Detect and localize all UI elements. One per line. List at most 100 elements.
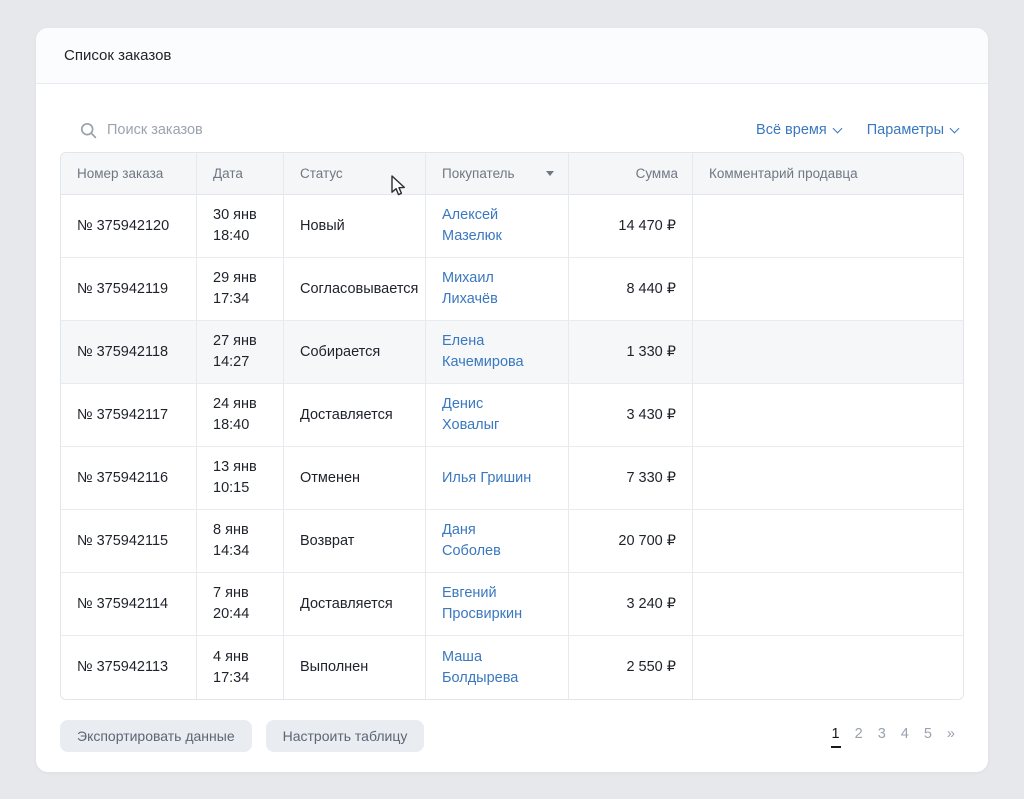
order-number-cell: № 375942114 xyxy=(61,573,196,635)
order-status-cell: Согласовывается xyxy=(283,258,425,320)
search-input[interactable] xyxy=(107,122,730,138)
order-number-cell: № 375942118 xyxy=(61,321,196,383)
buyer-first-line: Алексей xyxy=(442,205,552,226)
buyer-link[interactable]: Даня Соболев xyxy=(425,510,568,572)
seller-comment-cell xyxy=(692,258,963,320)
date-time: 14:34 xyxy=(213,541,267,562)
table-row[interactable]: № 375942120 30 янв 18:40 Новый Алексей М… xyxy=(61,195,963,258)
date-time: 14:27 xyxy=(213,352,267,373)
date-day: 29 янв xyxy=(213,268,267,289)
date-day: 13 янв xyxy=(213,457,267,478)
column-header-date[interactable]: Дата xyxy=(196,153,283,194)
buyer-second-line: Ховалыг xyxy=(442,415,552,436)
buyer-second-line: Мазелюк xyxy=(442,226,552,247)
pagination-page-5[interactable]: 5 xyxy=(923,724,933,748)
configure-table-button[interactable]: Настроить таблицу xyxy=(266,720,425,752)
order-sum-cell: 20 700 ₽ xyxy=(568,510,692,572)
seller-comment-cell xyxy=(692,447,963,509)
buyer-first-line: Маша xyxy=(442,647,552,668)
card-body: Всё время Параметры Номер заказа Дата Ст… xyxy=(36,84,988,772)
order-number-cell: № 375942115 xyxy=(61,510,196,572)
pagination-page-4[interactable]: 4 xyxy=(900,724,910,748)
buyer-first-line: Денис xyxy=(442,394,552,415)
buyer-first-line: Илья Гришин xyxy=(442,468,552,489)
order-status-cell: Выполнен xyxy=(283,636,425,699)
order-sum-cell: 7 330 ₽ xyxy=(568,447,692,509)
order-status-cell: Новый xyxy=(283,195,425,257)
seller-comment-cell xyxy=(692,195,963,257)
column-header-label: Комментарий продавца xyxy=(709,166,858,181)
seller-comment-cell xyxy=(692,510,963,572)
table-row[interactable]: № 375942119 29 янв 17:34 Согласовывается… xyxy=(61,258,963,321)
date-time: 18:40 xyxy=(213,226,267,247)
date-time: 10:15 xyxy=(213,478,267,499)
order-sum-cell: 14 470 ₽ xyxy=(568,195,692,257)
date-time: 18:40 xyxy=(213,415,267,436)
table-row[interactable]: № 375942116 13 янв 10:15 Отменен Илья Гр… xyxy=(61,447,963,510)
column-header-label: Сумма xyxy=(636,166,678,181)
column-header-status[interactable]: Статус xyxy=(283,153,425,194)
pagination-next[interactable]: » xyxy=(946,724,956,748)
order-status-cell: Отменен xyxy=(283,447,425,509)
buyer-link[interactable]: Елена Качемирова xyxy=(425,321,568,383)
buyer-link[interactable]: Илья Гришин xyxy=(425,447,568,509)
column-header-order-number[interactable]: Номер заказа xyxy=(61,153,196,194)
column-header-sum[interactable]: Сумма xyxy=(568,153,692,194)
column-header-label: Дата xyxy=(213,166,243,181)
order-status-cell: Доставляется xyxy=(283,384,425,446)
order-number-cell: № 375942119 xyxy=(61,258,196,320)
pagination: 12345 » xyxy=(831,724,964,748)
buyer-link[interactable]: Алексей Мазелюк xyxy=(425,195,568,257)
toolbar: Всё время Параметры xyxy=(60,108,964,152)
order-date-cell: 7 янв 20:44 xyxy=(196,573,283,635)
buyer-first-line: Даня xyxy=(442,520,552,541)
table-row[interactable]: № 375942115 8 янв 14:34 Возврат Даня Соб… xyxy=(61,510,963,573)
orders-table: Номер заказа Дата Статус Покупатель Сумм… xyxy=(60,152,964,700)
date-time: 20:44 xyxy=(213,604,267,625)
buyer-link[interactable]: Евгений Просвиркин xyxy=(425,573,568,635)
seller-comment-cell xyxy=(692,384,963,446)
seller-comment-cell xyxy=(692,321,963,383)
buyer-link[interactable]: Михаил Лихачёв xyxy=(425,258,568,320)
search-bar[interactable] xyxy=(80,122,730,139)
order-date-cell: 13 янв 10:15 xyxy=(196,447,283,509)
order-number-cell: № 375942120 xyxy=(61,195,196,257)
seller-comment-cell xyxy=(692,636,963,699)
params-filter-label: Параметры xyxy=(867,122,944,138)
order-date-cell: 30 янв 18:40 xyxy=(196,195,283,257)
time-filter-dropdown[interactable]: Всё время xyxy=(756,122,841,138)
buyer-link[interactable]: Денис Ховалыг xyxy=(425,384,568,446)
dropdown-triangle-icon[interactable] xyxy=(546,171,554,176)
order-date-cell: 4 янв 17:34 xyxy=(196,636,283,699)
chevron-down-icon xyxy=(950,123,960,133)
order-sum-cell: 1 330 ₽ xyxy=(568,321,692,383)
column-header-comment[interactable]: Комментарий продавца xyxy=(692,153,963,194)
pagination-page-3[interactable]: 3 xyxy=(877,724,887,748)
table-row[interactable]: № 375942117 24 янв 18:40 Доставляется Де… xyxy=(61,384,963,447)
column-header-buyer[interactable]: Покупатель xyxy=(425,153,568,194)
buyer-link[interactable]: Маша Болдырева xyxy=(425,636,568,699)
table-row[interactable]: № 375942114 7 янв 20:44 Доставляется Евг… xyxy=(61,573,963,636)
order-date-cell: 24 янв 18:40 xyxy=(196,384,283,446)
seller-comment-cell xyxy=(692,573,963,635)
params-filter-dropdown[interactable]: Параметры xyxy=(867,122,958,138)
buyer-first-line: Евгений xyxy=(442,583,552,604)
order-number-cell: № 375942116 xyxy=(61,447,196,509)
card-footer: Экспортировать данные Настроить таблицу … xyxy=(60,720,964,752)
orders-card: Список заказов Всё время Параметры xyxy=(36,28,988,772)
pagination-page-2[interactable]: 2 xyxy=(854,724,864,748)
search-icon xyxy=(80,122,97,139)
table-row[interactable]: № 375942113 4 янв 17:34 Выполнен Маша Бо… xyxy=(61,636,963,699)
buyer-first-line: Михаил xyxy=(442,268,552,289)
export-data-button[interactable]: Экспортировать данные xyxy=(60,720,252,752)
date-day: 27 янв xyxy=(213,331,267,352)
date-day: 24 янв xyxy=(213,394,267,415)
table-row[interactable]: № 375942118 27 янв 14:27 Собирается Елен… xyxy=(61,321,963,384)
column-header-label: Статус xyxy=(300,166,343,181)
order-status-cell: Доставляется xyxy=(283,573,425,635)
date-day: 8 янв xyxy=(213,520,267,541)
order-sum-cell: 3 430 ₽ xyxy=(568,384,692,446)
table-body: № 375942120 30 янв 18:40 Новый Алексей М… xyxy=(61,195,963,699)
pagination-page-1[interactable]: 1 xyxy=(831,724,841,748)
date-day: 7 янв xyxy=(213,583,267,604)
